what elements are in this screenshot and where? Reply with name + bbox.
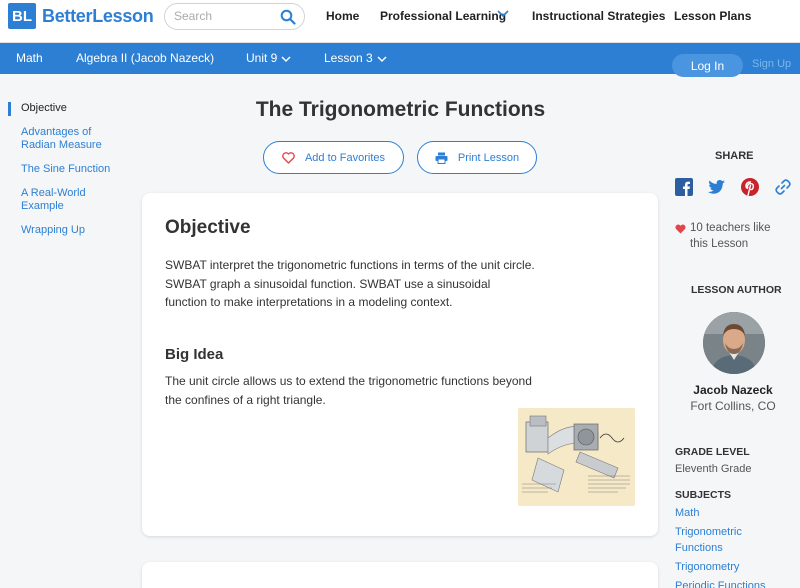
grade-level-title: GRADE LEVEL [675,446,750,458]
next-section-card [142,562,658,588]
author-name[interactable]: Jacob Nazeck [675,383,791,397]
breadcrumb-unit[interactable]: Unit 9 [246,51,291,65]
heart-icon [282,151,295,164]
print-lesson-button[interactable]: Print Lesson [417,141,537,174]
add-to-favorites-button[interactable]: Add to Favorites [263,141,404,174]
section-link-objective[interactable]: Objective [8,102,118,116]
section-link-wrapping-up[interactable]: Wrapping Up [8,224,118,237]
chevron-down-icon [377,56,387,62]
signup-link[interactable]: Sign Up [752,58,791,70]
section-link-real-world-example[interactable]: A Real-World Example [8,187,118,213]
author-location: Fort Collins, CO [690,399,776,413]
lesson-section-nav: Objective Advantages of Radian Measure T… [8,102,118,248]
subject-link-math[interactable]: Math [675,506,699,522]
grade-level-value: Eleventh Grade [675,463,752,475]
pinterest-icon[interactable] [740,177,760,197]
search-input[interactable] [174,9,274,23]
nav-lesson-plans[interactable]: Lesson Plans [674,9,751,23]
page-title: The Trigonometric Functions [255,98,546,121]
search-box [164,3,305,30]
logo-text: BetterLesson [42,5,154,26]
search-icon[interactable] [280,9,296,25]
breadcrumb-unit-label: Unit 9 [246,51,278,65]
print-lesson-label: Print Lesson [457,151,520,164]
nav-home[interactable]: Home [326,9,359,23]
likes-text: 10 teachers like this Lesson [690,222,771,250]
lesson-thumbnail-image[interactable] [518,408,635,506]
chevron-down-icon[interactable] [497,9,509,19]
subject-link-periodic-functions[interactable]: Periodic Functions [675,579,766,588]
logo-mark: BL [8,3,36,29]
lesson-author-title: LESSON AUTHOR [691,284,782,296]
betterlesson-logo[interactable]: BL BetterLesson [8,3,154,29]
top-navbar: BL BetterLesson Home Professional Learni… [0,0,800,43]
breadcrumb-lesson-label: Lesson 3 [324,51,373,65]
big-idea-heading: Big Idea [165,346,224,363]
subject-link-trigonometric-functions[interactable]: Trigonometric Functions [675,525,775,556]
nav-instructional-strategies[interactable]: Instructional Strategies [532,9,665,23]
objective-card: Objective SWBAT interpret the trigonomet… [142,193,658,536]
nav-professional-learning[interactable]: Professional Learning [380,9,506,23]
subjects-title: SUBJECTS [675,489,732,501]
heart-icon [675,224,686,234]
link-icon[interactable] [773,177,793,197]
big-idea-text: The unit circle allows us to extend the … [165,374,532,407]
section-link-radian-measure[interactable]: Advantages of Radian Measure [8,126,118,152]
login-button[interactable]: Log In [672,54,743,77]
printer-icon [435,152,448,164]
facebook-icon[interactable] [674,177,694,197]
section-link-sine-function[interactable]: The Sine Function [8,163,118,176]
likes-count: 10 teachers like this Lesson [675,221,785,252]
objective-heading: Objective [165,217,251,238]
add-to-favorites-label: Add to Favorites [304,151,386,164]
author-photo [703,312,765,374]
chevron-down-icon [281,56,291,62]
breadcrumb-subject[interactable]: Math [16,51,43,65]
objective-text: SWBAT interpret the trigonometric functi… [165,258,535,310]
twitter-icon[interactable] [706,177,726,197]
author-avatar[interactable] [703,312,765,374]
subject-link-trigonometry[interactable]: Trigonometry [675,560,739,576]
breadcrumb-lesson[interactable]: Lesson 3 [324,51,387,65]
share-title: SHARE [715,150,754,162]
breadcrumb-course[interactable]: Algebra II (Jacob Nazeck) [76,51,214,65]
generator-diagram-image [518,408,635,506]
